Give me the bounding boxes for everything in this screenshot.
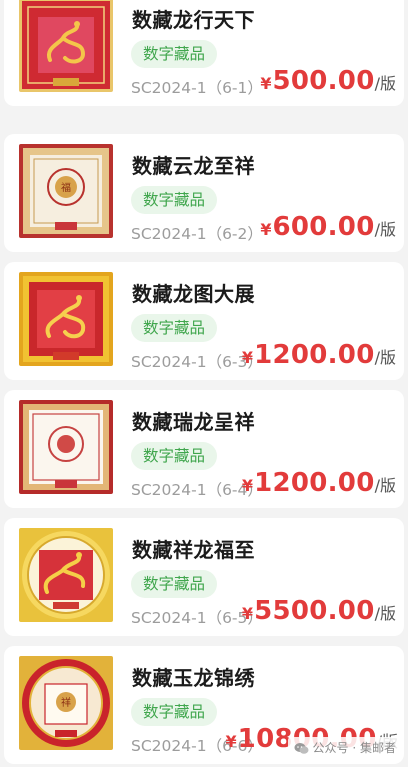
- watermark-text: 公众号 · 集邮者: [312, 741, 396, 755]
- price-unit: /版: [374, 348, 396, 367]
- price-amount: 1200.00: [254, 340, 375, 370]
- dragon-stamp-image: 祥: [19, 656, 113, 750]
- digital-collectible-tag: 数字藏品: [131, 698, 218, 726]
- item-price: ¥600.00/版: [260, 214, 396, 240]
- stamp-thumbnail[interactable]: 祥: [19, 656, 113, 750]
- price-unit: /版: [374, 220, 396, 239]
- digital-collectible-tag: 数字藏品: [131, 442, 218, 470]
- item-price: ¥1200.00/版: [242, 342, 396, 368]
- list-item[interactable]: 数藏瑞龙呈祥 数字藏品 SC2024-1（6-4） ¥1200.00/版: [4, 390, 404, 508]
- svg-text:祥: 祥: [61, 696, 71, 709]
- price-unit: /版: [374, 604, 396, 623]
- list-item[interactable]: 福 数藏云龙至祥 数字藏品 SC2024-1（6-2） ¥600.00/版: [4, 134, 404, 252]
- list-item[interactable]: 数藏龙图大展 数字藏品 SC2024-1（6-3） ¥1200.00/版: [4, 262, 404, 380]
- currency-symbol: ¥: [225, 732, 237, 751]
- collectible-list: 数藏龙行天下 数字藏品 SC2024-1（6-1） ¥500.00/版 福 数藏…: [0, 0, 408, 767]
- dragon-stamp-image: [19, 272, 113, 366]
- item-title[interactable]: 数藏瑞龙呈祥: [132, 406, 255, 435]
- item-price: ¥1200.00/版: [242, 470, 396, 496]
- price-amount: 500.00: [272, 66, 375, 96]
- item-title[interactable]: 数藏云龙至祥: [132, 150, 255, 179]
- price-amount: 600.00: [272, 212, 375, 242]
- stamp-code: SC2024-1（6-1）: [131, 79, 263, 97]
- dragon-stamp-image: [19, 528, 113, 622]
- currency-symbol: ¥: [241, 348, 254, 367]
- currency-symbol: ¥: [260, 220, 272, 239]
- stamp-thumbnail[interactable]: [19, 400, 113, 494]
- item-title[interactable]: 数藏玉龙锦绣: [132, 662, 255, 691]
- digital-collectible-tag: 数字藏品: [131, 570, 218, 598]
- item-title[interactable]: 数藏祥龙福至: [132, 534, 255, 563]
- currency-symbol: ¥: [241, 476, 254, 495]
- item-title[interactable]: 数藏龙行天下: [132, 4, 255, 33]
- stamp-thumbnail[interactable]: [19, 0, 113, 92]
- price-amount: 1200.00: [254, 468, 375, 498]
- digital-collectible-tag: 数字藏品: [131, 314, 218, 342]
- item-price: ¥5500.00/版: [242, 598, 396, 624]
- currency-symbol: ¥: [260, 74, 272, 93]
- stamp-thumbnail[interactable]: 福: [19, 144, 113, 238]
- digital-collectible-tag: 数字藏品: [131, 40, 218, 68]
- stamp-thumbnail[interactable]: [19, 272, 113, 366]
- price-unit: /版: [374, 476, 396, 495]
- dragon-stamp-image: [19, 0, 113, 92]
- currency-symbol: ¥: [241, 604, 254, 623]
- price-amount: 5500.00: [254, 596, 375, 626]
- list-item[interactable]: 数藏龙行天下 数字藏品 SC2024-1（6-1） ¥500.00/版: [4, 0, 404, 106]
- cloud-dragon-stamp-image: 福: [19, 144, 113, 238]
- digital-collectible-tag: 数字藏品: [131, 186, 218, 214]
- svg-text:福: 福: [61, 181, 71, 194]
- list-item[interactable]: 数藏祥龙福至 数字藏品 SC2024-1（6-5） ¥5500.00/版: [4, 518, 404, 636]
- item-price: ¥500.00/版: [260, 68, 396, 94]
- price-unit: /版: [374, 74, 396, 93]
- stamp-thumbnail[interactable]: [19, 528, 113, 622]
- account-watermark: 公众号 · 集邮者: [287, 737, 402, 759]
- stamp-code: SC2024-1（6-2）: [131, 225, 263, 243]
- item-title[interactable]: 数藏龙图大展: [132, 278, 255, 307]
- dragon-stamp-image: [19, 400, 113, 494]
- wechat-icon: [294, 742, 309, 755]
